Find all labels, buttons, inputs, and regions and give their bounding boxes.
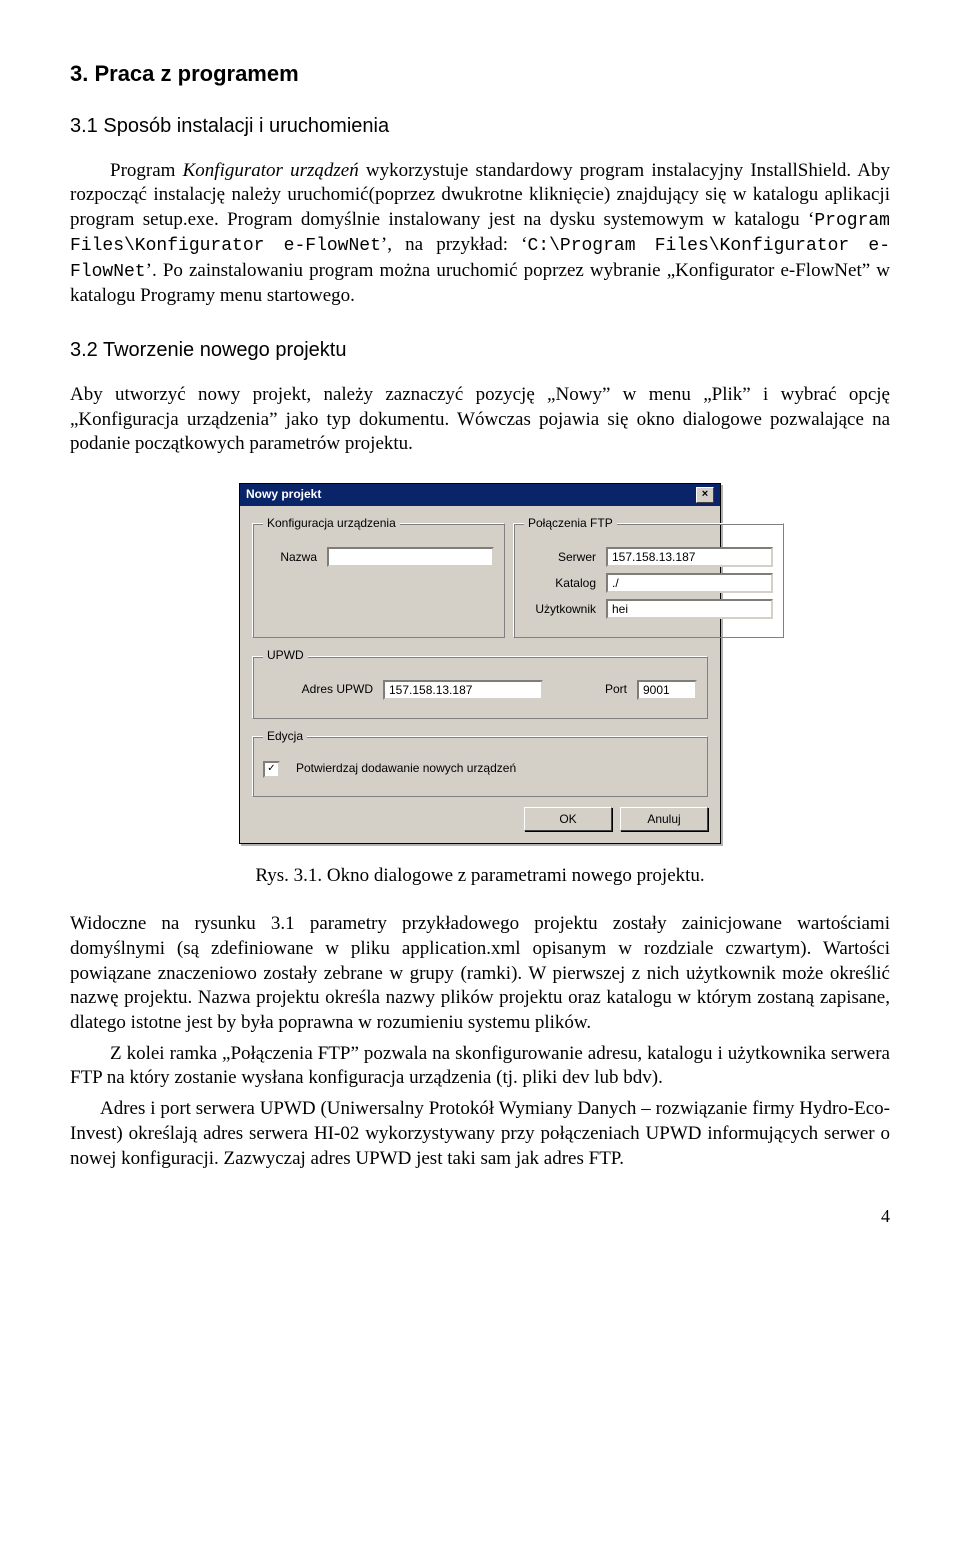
label-catalog: Katalog — [524, 576, 596, 592]
group-config: Konfiguracja urządzenia Nazwa — [252, 516, 505, 639]
paragraph-upwd: Adres i port serwera UPWD (Uniwersalny P… — [70, 1097, 890, 1171]
label-name: Nazwa — [263, 550, 317, 566]
text: ’. Po zainstalowaniu program można uruch… — [70, 260, 890, 306]
server-field[interactable] — [606, 547, 773, 567]
dialog-title: Nowy projekt — [246, 487, 321, 503]
group-ftp: Połączenia FTP Serwer Katalog Użytkownik — [513, 516, 784, 639]
text: ’, na przykład: ‘ — [381, 234, 528, 255]
name-field[interactable] — [327, 547, 494, 567]
figure-caption: Rys. 3.1. Okno dialogowe z parametrami n… — [70, 864, 890, 889]
cancel-button[interactable]: Anuluj — [620, 807, 708, 831]
dialog-titlebar: Nowy projekt × — [240, 484, 720, 506]
user-field[interactable] — [606, 599, 773, 619]
label-confirm-add: Potwierdzaj dodawanie nowych urządzeń — [296, 761, 516, 777]
group-upwd: UPWD Adres UPWD Port — [252, 648, 708, 719]
group-ftp-legend: Połączenia FTP — [524, 516, 617, 532]
upwd-addr-field[interactable] — [383, 680, 543, 700]
label-upwd-addr: Adres UPWD — [263, 682, 373, 698]
group-edit-legend: Edycja — [263, 729, 307, 745]
dialog-figure: Nowy projekt × Konfiguracja urządzenia N… — [70, 483, 890, 844]
page-number: 4 — [70, 1205, 890, 1228]
label-server: Serwer — [524, 550, 596, 566]
label-user: Użytkownik — [524, 602, 596, 618]
paragraph-install: Program Konfigurator urządzeń wykorzystu… — [70, 159, 890, 309]
confirm-add-checkbox[interactable]: ✓ — [263, 761, 280, 778]
group-upwd-legend: UPWD — [263, 648, 308, 664]
heading-section-newproject: 3.2 Tworzenie nowego projektu — [70, 337, 890, 363]
group-config-legend: Konfiguracja urządzenia — [263, 516, 400, 532]
paragraph-newproject-intro: Aby utworzyć nowy projekt, należy zaznac… — [70, 383, 890, 457]
label-upwd-port: Port — [605, 682, 627, 698]
upwd-port-field[interactable] — [637, 680, 697, 700]
text-italic: Konfigurator urządzeń — [183, 160, 359, 181]
heading-section-install: 3.1 Sposób instalacji i uruchomienia — [70, 113, 890, 139]
dialog-window: Nowy projekt × Konfiguracja urządzenia N… — [239, 483, 721, 844]
close-icon[interactable]: × — [696, 487, 714, 503]
group-edit: Edycja ✓ Potwierdzaj dodawanie nowych ur… — [252, 729, 708, 797]
catalog-field[interactable] — [606, 573, 773, 593]
paragraph-defaults: Widoczne na rysunku 3.1 parametry przykł… — [70, 912, 890, 1035]
ok-button[interactable]: OK — [524, 807, 612, 831]
text: Program — [110, 160, 183, 181]
heading-main: 3. Praca z programem — [70, 60, 890, 89]
paragraph-ftp: Z kolei ramka „Połączenia FTP” pozwala n… — [70, 1042, 890, 1091]
